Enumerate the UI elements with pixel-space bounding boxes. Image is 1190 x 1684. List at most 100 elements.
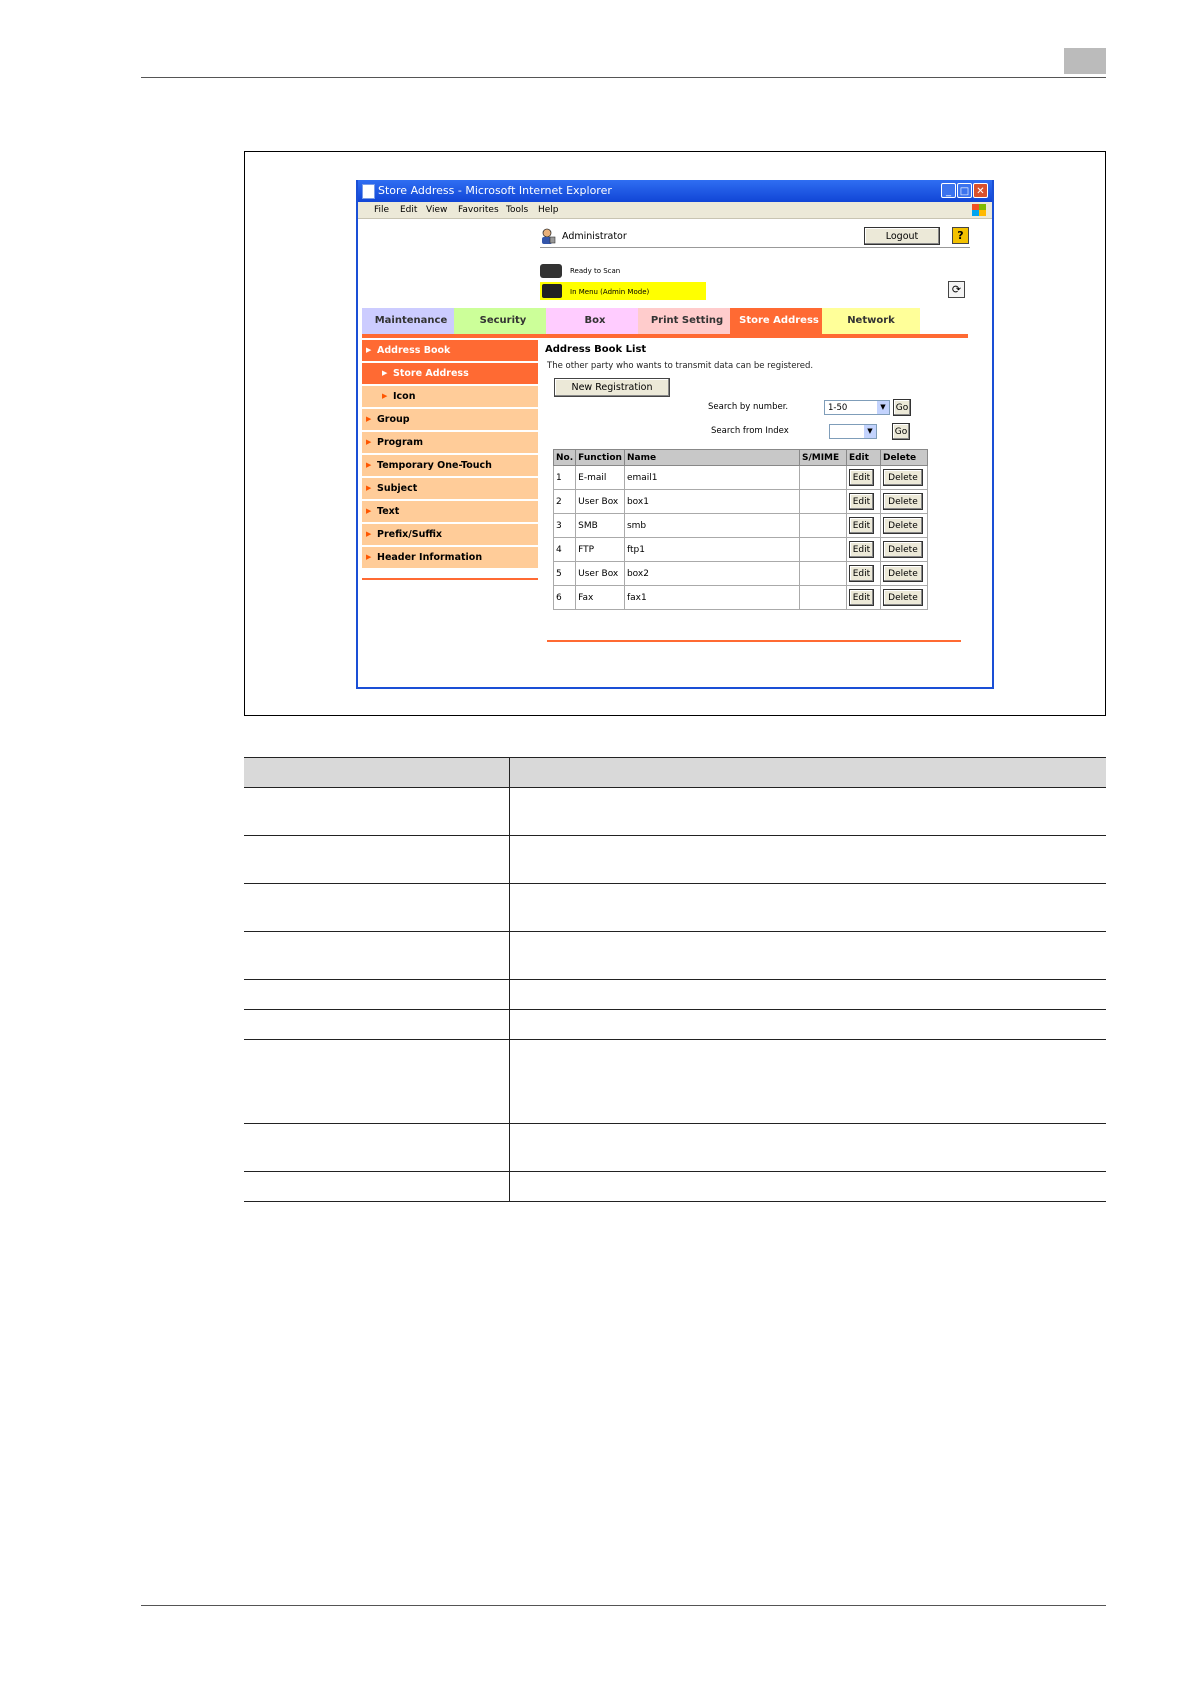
menu-favorites[interactable]: Favorites <box>458 202 499 218</box>
menu-help[interactable]: Help <box>538 202 559 218</box>
edit-button[interactable]: Edit <box>848 493 874 510</box>
user-name: Administrator <box>562 231 627 242</box>
search-number-label: Search by number. <box>708 402 789 412</box>
delete-button[interactable]: Delete <box>882 517 923 534</box>
sidebar-item[interactable]: ▶ Address Book <box>362 340 538 363</box>
cell-smime <box>798 561 847 586</box>
tab-maintenance[interactable]: Maintenance <box>362 308 460 334</box>
table-header-row <box>244 757 1106 788</box>
cell-smime <box>798 513 847 538</box>
bottom-rule <box>141 1605 1106 1606</box>
cell-edit: Edit <box>845 513 881 538</box>
sidebar-item[interactable]: ▶ Subject <box>362 478 538 501</box>
cell-smime <box>798 489 847 514</box>
sidebar-item-label: Header Information <box>377 552 483 563</box>
cell-function: E-mail <box>575 465 625 490</box>
search-index-label: Search from Index <box>711 426 789 436</box>
chevron-down-icon: ▼ <box>864 425 876 438</box>
edit-button[interactable]: Edit <box>848 565 874 582</box>
status-ready: Ready to Scan <box>570 267 621 275</box>
sidebar-item[interactable]: ▶ Icon <box>362 386 538 409</box>
table-row: 5 User Box box2 Edit Delete <box>552 561 928 586</box>
sidebar-item[interactable]: ▶ Text <box>362 501 538 524</box>
maximize-icon[interactable]: □ <box>957 183 972 198</box>
table-row <box>244 979 1106 1010</box>
arrow-right-icon: ▶ <box>366 346 372 354</box>
status-mode: In Menu (Admin Mode) <box>570 288 650 296</box>
cell-smime <box>798 465 847 490</box>
cell-name: email1 <box>623 465 800 490</box>
edit-button[interactable]: Edit <box>848 469 874 486</box>
cell-function: SMB <box>575 513 625 538</box>
sidebar-item[interactable]: ▶ Header Information <box>362 547 538 570</box>
sidebar-end-rule <box>362 578 538 580</box>
arrow-right-icon: ▶ <box>382 369 388 377</box>
sidebar-item-label: Program <box>377 437 423 448</box>
sidebar-item[interactable]: ▶ Temporary One-Touch <box>362 455 538 478</box>
search-index-select[interactable]: ▼ <box>829 424 877 439</box>
search-number-go-button[interactable]: Go <box>893 399 911 416</box>
help-icon[interactable]: ? <box>952 227 969 244</box>
tab-network[interactable]: Network <box>822 308 920 334</box>
page-description: The other party who wants to transmit da… <box>547 361 814 371</box>
arrow-right-icon: ▶ <box>366 507 372 515</box>
menu-tools[interactable]: Tools <box>506 202 528 218</box>
cell-no: 4 <box>552 537 577 562</box>
edit-button[interactable]: Edit <box>848 517 874 534</box>
cell-function: FTP <box>575 537 625 562</box>
sidebar-item-label: Store Address <box>393 368 469 379</box>
arrow-right-icon: ▶ <box>366 484 372 492</box>
refresh-icon[interactable]: ⟳ <box>948 281 965 298</box>
close-icon[interactable]: ✕ <box>973 183 988 198</box>
column-header: Name <box>623 449 800 466</box>
table-row <box>244 931 1106 980</box>
search-index-go-button[interactable]: Go <box>892 423 910 440</box>
delete-button[interactable]: Delete <box>882 565 923 582</box>
sidebar-item[interactable]: ▶ Store Address <box>362 363 538 386</box>
sidebar-item[interactable]: ▶ Program <box>362 432 538 455</box>
edit-button[interactable]: Edit <box>848 589 874 606</box>
column-header: Function <box>575 449 625 466</box>
delete-button[interactable]: Delete <box>882 589 923 606</box>
tab-box[interactable]: Box <box>546 308 644 334</box>
delete-button[interactable]: Delete <box>882 493 923 510</box>
menu-bar: File Edit View Favorites Tools Help <box>358 202 992 219</box>
window-title: Store Address - Microsoft Internet Explo… <box>378 184 612 197</box>
tab-security[interactable]: Security <box>454 308 552 334</box>
menu-file[interactable]: File <box>374 202 389 218</box>
new-registration-button[interactable]: New Registration <box>554 378 670 397</box>
sidebar-item[interactable]: ▶ Group <box>362 409 538 432</box>
tab-underline <box>362 334 968 338</box>
edit-button[interactable]: Edit <box>848 541 874 558</box>
cell-function: User Box <box>575 561 625 586</box>
tab-store-address[interactable]: Store Address <box>730 308 828 334</box>
column-header: S/MIME <box>798 449 847 466</box>
header-divider <box>540 247 970 248</box>
minimize-icon[interactable]: _ <box>941 183 956 198</box>
menu-view[interactable]: View <box>426 202 447 218</box>
top-rule <box>141 77 1106 78</box>
menu-edit[interactable]: Edit <box>400 202 417 218</box>
column-header: Delete <box>879 449 928 466</box>
cell-delete: Delete <box>879 537 928 562</box>
cell-no: 3 <box>552 513 577 538</box>
cell-name: smb <box>623 513 800 538</box>
cell-edit: Edit <box>845 489 881 514</box>
sidebar-item[interactable]: ▶ Prefix/Suffix <box>362 524 538 547</box>
table-row <box>244 883 1106 932</box>
cell-name: box1 <box>623 489 800 514</box>
administrator-icon <box>542 228 556 244</box>
tab-print-setting[interactable]: Print Setting <box>638 308 736 334</box>
page-title: Address Book List <box>545 344 647 355</box>
chevron-down-icon: ▼ <box>877 401 889 414</box>
cell-delete: Delete <box>879 585 928 610</box>
windows-logo-icon <box>972 204 986 216</box>
address-book-table: No. Function Name S/MIME Edit Delete 1 E-… <box>552 449 928 610</box>
cell-no: 6 <box>552 585 577 610</box>
logout-button[interactable]: Logout <box>864 227 940 245</box>
delete-button[interactable]: Delete <box>882 541 923 558</box>
cell-edit: Edit <box>845 561 881 586</box>
delete-button[interactable]: Delete <box>882 469 923 486</box>
cell-function: User Box <box>575 489 625 514</box>
search-number-select[interactable]: 1-50 ▼ <box>824 400 890 415</box>
